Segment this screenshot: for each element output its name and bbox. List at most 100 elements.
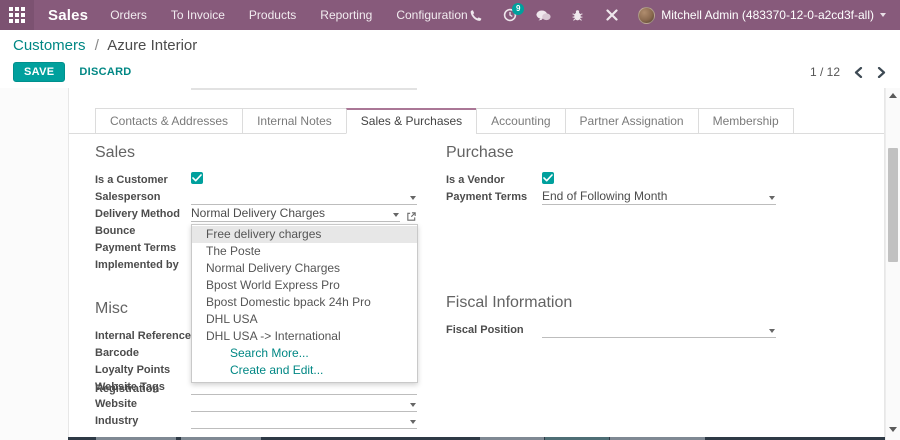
pager-next-button[interactable] [877,66,886,78]
activity-clock-icon[interactable]: 9 [502,2,525,23]
sales-group-title: Sales [95,144,136,161]
delivery-method-field[interactable]: Normal Delivery Charges [191,206,400,222]
field-label: Is a Customer [95,174,168,186]
check-icon [192,174,202,182]
field-label: Registration Website [95,383,160,410]
salesperson-field[interactable] [191,189,417,205]
messages-icon[interactable] [536,8,551,23]
is-a-vendor-checkbox[interactable] [542,172,554,184]
industry-field[interactable] [191,413,417,429]
is-a-customer-checkbox[interactable] [191,172,203,184]
field-label: Industry [95,415,139,427]
tab-membership[interactable]: Membership [697,108,794,134]
user-name: Mitchell Admin (483370-12-0-a2cd3f-all) [661,8,874,22]
phone-icon[interactable] [468,8,483,23]
field-label: Loyalty Points [95,364,171,376]
scroll-down-icon[interactable] [889,427,897,432]
purchase-payment-terms-field[interactable]: End of Following Month [542,189,776,205]
field-label: Payment Terms [446,191,528,203]
dropdown-create-and-edit[interactable]: Create and Edit... [192,362,417,379]
menu-to-invoice[interactable]: To Invoice [171,8,225,22]
form-view-area: Contacts & Addresses Internal Notes Sale… [0,88,900,440]
field-row-is-a-vendor: Is a Vendor [446,171,776,188]
user-avatar [638,6,656,24]
tab-sales-purchases[interactable]: Sales & Purchases [345,108,478,134]
field-label: Is a Vendor [446,174,505,186]
caret-down-icon [410,403,416,407]
field-row-salesperson: Salesperson [95,188,417,205]
caret-down-icon [769,196,775,200]
caret-down-icon [410,196,416,200]
odoo-sales-screen: Sales Orders To Invoice Products Reporti… [0,0,900,440]
field-label: Fiscal Position [446,324,524,336]
dropdown-option-bpost-domestic[interactable]: Bpost Domestic bpack 24h Pro [192,294,417,311]
external-link-icon[interactable] [406,209,417,221]
field-row-registration-website: Registration Website [95,383,417,412]
tab-partner-assignation[interactable]: Partner Assignation [564,108,699,134]
form-sheet: Contacts & Addresses Internal Notes Sale… [68,88,885,437]
save-button[interactable]: SAVE [13,62,66,82]
breadcrumb-customers[interactable]: Customers [13,37,86,54]
field-label: Barcode [95,347,140,359]
field-row-delivery-method: Delivery Method Normal Delivery Charges [95,205,417,222]
field-label: Salesperson [95,191,161,203]
dropdown-option-dhl-usa[interactable]: DHL USA [192,311,417,328]
control-panel: Customers / Azure Interior SAVE DISCARD … [0,30,900,88]
activity-count-badge: 9 [512,2,525,15]
breadcrumb-current-record: Azure Interior [107,37,198,54]
fiscal-position-field[interactable] [542,322,776,338]
menu-products[interactable]: Products [249,8,296,22]
fiscal-information-group: Fiscal Information Fiscal Position [446,294,776,338]
caret-down-icon [769,329,775,333]
field-label: Payment Terms [95,242,177,254]
field-row-fiscal-position: Fiscal Position [446,321,776,338]
registration-website-field[interactable] [191,396,417,412]
dropdown-option-normal-delivery[interactable]: Normal Delivery Charges [192,260,417,277]
purchase-group-title: Purchase [446,144,514,161]
field-label: Bounce [95,225,136,237]
breadcrumb-separator: / [94,37,99,54]
purchase-payment-terms-value: End of Following Month [542,189,668,203]
menu-reporting[interactable]: Reporting [320,8,372,22]
tools-close-icon[interactable] [604,8,619,23]
caret-down-icon [880,13,886,17]
menu-orders[interactable]: Orders [110,8,147,22]
scrollbar-thumb[interactable] [888,148,898,262]
tab-contacts-addresses[interactable]: Contacts & Addresses [95,108,244,134]
caret-down-icon [410,420,416,424]
field-label: Implemented by [95,259,179,271]
dropdown-option-the-poste[interactable]: The Poste [192,243,417,260]
field-row-payment-terms-purchase: Payment Terms End of Following Month [446,188,776,205]
scroll-up-icon[interactable] [889,93,897,98]
grid-icon [9,7,25,23]
dropdown-option-bpost-world[interactable]: Bpost World Express Pro [192,277,417,294]
field-label: Delivery Method [95,208,180,220]
dropdown-option-dhl-international[interactable]: DHL USA -> International [192,328,417,345]
apps-menu-icon[interactable] [0,0,34,30]
app-name[interactable]: Sales [48,7,88,24]
caret-down-icon [393,213,399,217]
check-icon [543,174,553,182]
delivery-method-value: Normal Delivery Charges [191,206,326,220]
clipped-field-underline [191,88,417,90]
breadcrumb: Customers / Azure Interior [13,37,886,54]
dropdown-option-free-delivery[interactable]: Free delivery charges [192,226,417,243]
pager-previous-button[interactable] [854,66,863,78]
dropdown-search-more[interactable]: Search More... [192,345,417,362]
bug-icon[interactable] [570,8,585,23]
vertical-scrollbar[interactable] [885,88,900,440]
menu-configuration[interactable]: Configuration [396,8,467,22]
tab-internal-notes[interactable]: Internal Notes [242,108,347,134]
fiscal-group-title: Fiscal Information [446,294,573,311]
tab-accounting[interactable]: Accounting [476,108,566,134]
pager-value: 1 / 12 [809,65,840,79]
discard-button[interactable]: DISCARD [79,66,131,78]
record-pager: 1 / 12 [810,65,886,79]
main-menu: Orders To Invoice Products Reporting Con… [110,8,468,22]
user-menu[interactable]: Mitchell Admin (483370-12-0-a2cd3f-all) [638,6,886,24]
notebook-tabs: Contacts & Addresses Internal Notes Sale… [69,108,884,134]
field-row-industry: Industry [95,412,417,429]
delivery-method-dropdown: Free delivery charges The Poste Normal D… [191,224,418,383]
purchase-group: Purchase Is a Vendor Payment Terms End o… [446,144,776,205]
field-label: Internal Reference [95,330,191,342]
